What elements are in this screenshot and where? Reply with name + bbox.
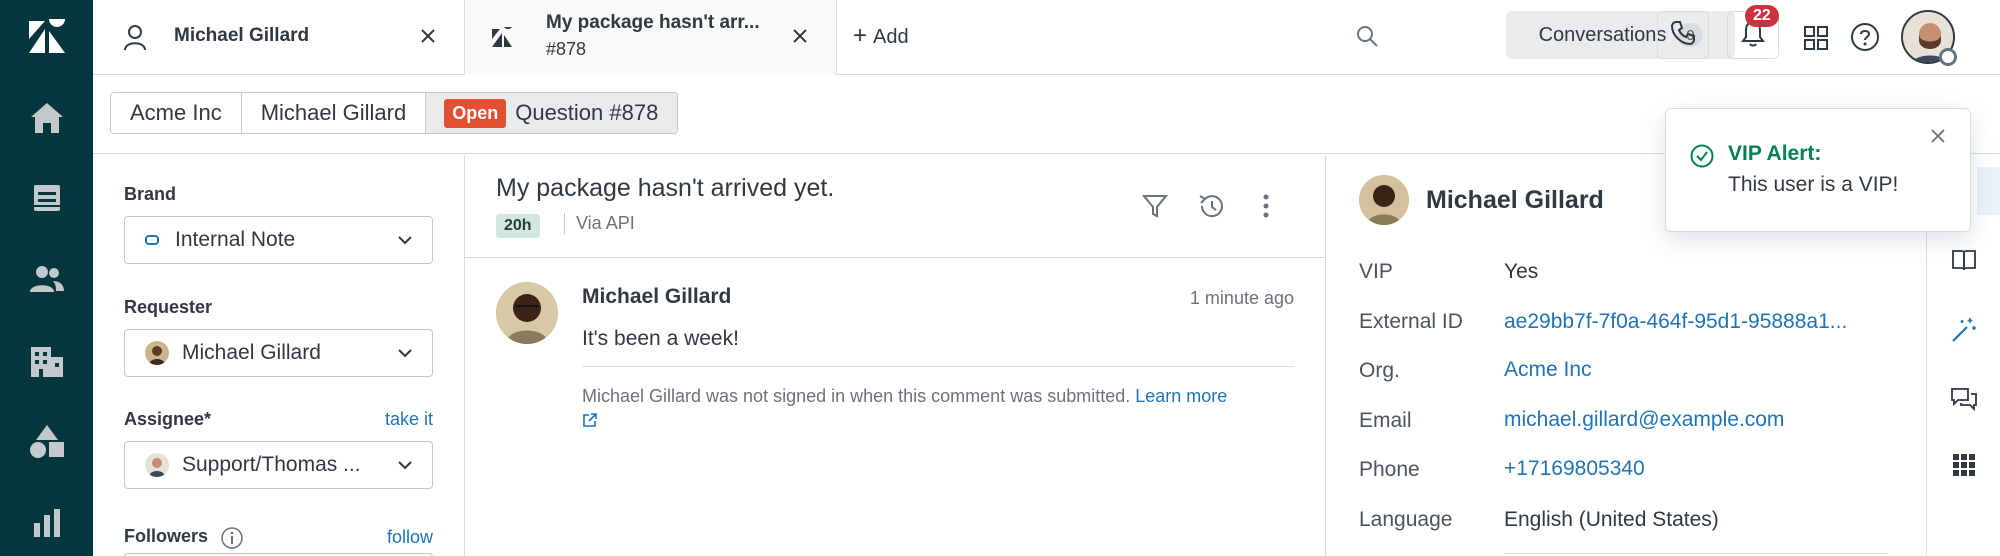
organizations-icon[interactable] [0,324,93,396]
reporting-icon[interactable] [0,486,93,556]
brand-select[interactable]: Internal Note [124,216,433,264]
follow-link[interactable]: follow [387,527,433,548]
more-options-icon[interactable] [1251,191,1281,221]
breadcrumb-ticket[interactable]: Open Question #878 [426,93,678,133]
internal-note-icon [145,233,159,247]
requester-value: Michael Gillard [182,341,321,364]
divider [582,366,1294,367]
info-icon[interactable] [220,526,244,555]
field-label-phone: Phone [1359,458,1420,481]
left-nav [0,0,93,556]
customers-icon[interactable] [0,243,93,315]
search-icon[interactable] [1355,24,1379,53]
add-tab-button[interactable]: + Add [853,0,909,75]
ticket-age-badge: 20h [496,214,540,238]
field-value-org[interactable]: Acme Inc [1504,358,1592,382]
tab-ticket-number: #878 [546,39,587,59]
ticket-header: My package hasn't arrived yet. 20h Via A… [465,155,1325,258]
knowledge-icon[interactable] [1927,236,2000,284]
message-body: It's been a week! [582,327,739,350]
tab-ticket[interactable]: My package hasn't arr... #878 [465,0,837,75]
user-avatar[interactable] [1359,175,1409,225]
breadcrumb-user[interactable]: Michael Gillard [242,93,427,133]
unsigned-notice-text: Michael Gillard was not signed in when t… [582,386,1131,406]
help-icon[interactable] [1850,22,1880,57]
conversation-panel: My package hasn't arrived yet. 20h Via A… [465,155,1326,556]
check-circle-icon [1690,144,1714,173]
breadcrumb: Acme Inc Michael Gillard Open Question #… [110,92,679,134]
toast-body: This user is a VIP! [1728,173,1899,196]
apps-grid-icon[interactable] [1803,25,1829,56]
requester-avatar [145,341,169,365]
status-indicator-icon [1939,48,1957,66]
conversations-icon[interactable] [1927,375,2000,423]
history-icon[interactable] [1196,191,1226,221]
ticket-icon [490,25,514,54]
tab-user[interactable]: Michael Gillard [93,0,465,75]
take-it-link[interactable]: take it [385,409,433,430]
app-root: Michael Gillard My package hasn't arr...… [0,0,2000,556]
assignee-value: Support/Thomas ... [182,453,361,476]
close-icon[interactable] [415,23,441,49]
field-label-org: Org. [1359,359,1400,382]
field-value-email[interactable]: michael.gillard@example.com [1504,408,1784,432]
phone-button[interactable] [1657,11,1709,59]
status-badge: Open [444,98,507,128]
chevron-down-icon [396,344,414,368]
requester-label: Requester [124,297,213,317]
filter-icon[interactable] [1140,191,1170,221]
message-time: 1 minute ago [1189,288,1294,308]
views-icon[interactable] [0,162,93,234]
external-link-icon[interactable] [582,412,598,432]
breadcrumb-ticket-label: Question #878 [515,100,659,125]
field-label-language: Language [1359,508,1453,531]
breadcrumb-org[interactable]: Acme Inc [111,93,242,133]
assignee-label: Assignee* [124,409,212,429]
tab-user-title: Michael Gillard [174,25,310,46]
chevron-down-icon [396,456,414,480]
field-label-external-id: External ID [1359,310,1463,333]
chevron-down-icon [396,231,414,255]
message-avatar[interactable] [496,282,558,344]
tab-ticket-title: My package hasn't arr... [546,12,760,33]
field-label-vip: VIP [1359,260,1393,283]
followers-label: Followers [124,526,209,546]
message-author[interactable]: Michael Gillard [582,285,731,309]
notifications-count: 22 [1745,5,1779,27]
conversations-label: Conversations [1538,23,1667,46]
assignee-avatar [145,453,169,477]
unsigned-notice: Michael Gillard was not signed in when t… [582,383,1300,435]
field-value-phone[interactable]: +17169805340 [1504,457,1645,481]
close-icon[interactable] [787,23,813,49]
close-icon[interactable] [1926,124,1950,148]
brand-value: Internal Note [175,228,296,251]
admin-shapes-icon[interactable] [0,405,93,477]
ticket-subject[interactable]: My package hasn't arrived yet. [496,174,834,203]
ticket-properties-panel: Brand Internal Note Requester Michael Gi… [93,155,465,556]
add-label: Add [873,26,909,48]
phone-icon [1670,20,1696,51]
top-bar: Michael Gillard My package hasn't arr...… [93,0,2000,75]
vip-alert-toast: VIP Alert: This user is a VIP! [1665,108,1971,232]
plus-icon: + [853,22,868,49]
apps-icon[interactable] [1927,441,2000,489]
magic-wand-icon[interactable] [1927,306,2000,354]
divider [1504,553,1888,554]
field-value-vip: Yes [1504,260,1539,283]
user-icon [123,25,147,56]
home-icon[interactable] [0,82,93,154]
field-label-email: Email [1359,409,1412,432]
user-name[interactable]: Michael Gillard [1426,186,1604,215]
assignee-select[interactable]: Support/Thomas ... [124,441,433,489]
user-context-tab[interactable] [1977,167,2000,215]
field-value-external-id[interactable]: ae29bb7f-7f0a-464f-95d1-95888a1... [1504,310,1847,334]
brand-label: Brand [124,184,177,204]
ticket-channel: Via API [564,213,635,234]
zendesk-logo-icon[interactable] [0,0,93,72]
learn-more-link[interactable]: Learn more [1135,386,1227,406]
requester-select[interactable]: Michael Gillard [124,329,433,377]
toast-title: VIP Alert: [1728,142,1822,165]
field-value-language: English (United States) [1504,508,1719,531]
